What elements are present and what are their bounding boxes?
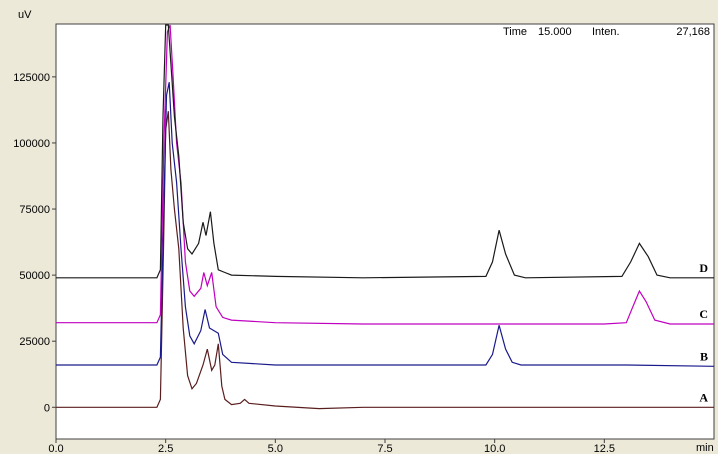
- x-axis: 0.0 2.5 5.0 7.5 10.0 12.5: [48, 439, 615, 454]
- x-tick-label: 10.0: [484, 443, 505, 454]
- x-tick-label: 2.5: [158, 443, 173, 454]
- x-tick-label: 7.5: [377, 443, 392, 454]
- y-tick-label: 25000: [19, 336, 50, 348]
- readout-inten-label: Inten.: [592, 26, 620, 38]
- y-tick-label: 100000: [13, 138, 50, 150]
- plot-area: [55, 23, 715, 440]
- chromatogram-chart: uV min Time 15.000 Inten. 27,168 0 25000 5…: [13, 9, 715, 454]
- y-tick-label: 125000: [13, 72, 50, 84]
- y-tick-label: 50000: [19, 270, 50, 282]
- y-unit-label: uV: [18, 9, 32, 21]
- x-tick-label: 12.5: [594, 443, 615, 454]
- readout-time-label: Time: [503, 26, 527, 38]
- y-axis: 0 25000 50000 75000 100000 125000: [13, 72, 56, 414]
- readout-time-value: 15.000: [538, 26, 572, 38]
- trace-label-b: B: [700, 349, 708, 363]
- x-tick-label: 0.0: [48, 443, 63, 454]
- y-tick-label: 0: [44, 402, 50, 414]
- trace-label-c: C: [699, 307, 708, 321]
- readout-inten-value: 27,168: [676, 26, 710, 38]
- x-unit-label: min: [696, 442, 714, 454]
- x-tick-label: 5.0: [268, 443, 283, 454]
- trace-label-a: A: [699, 390, 708, 404]
- y-tick-label: 75000: [19, 204, 50, 216]
- trace-label-d: D: [699, 261, 708, 275]
